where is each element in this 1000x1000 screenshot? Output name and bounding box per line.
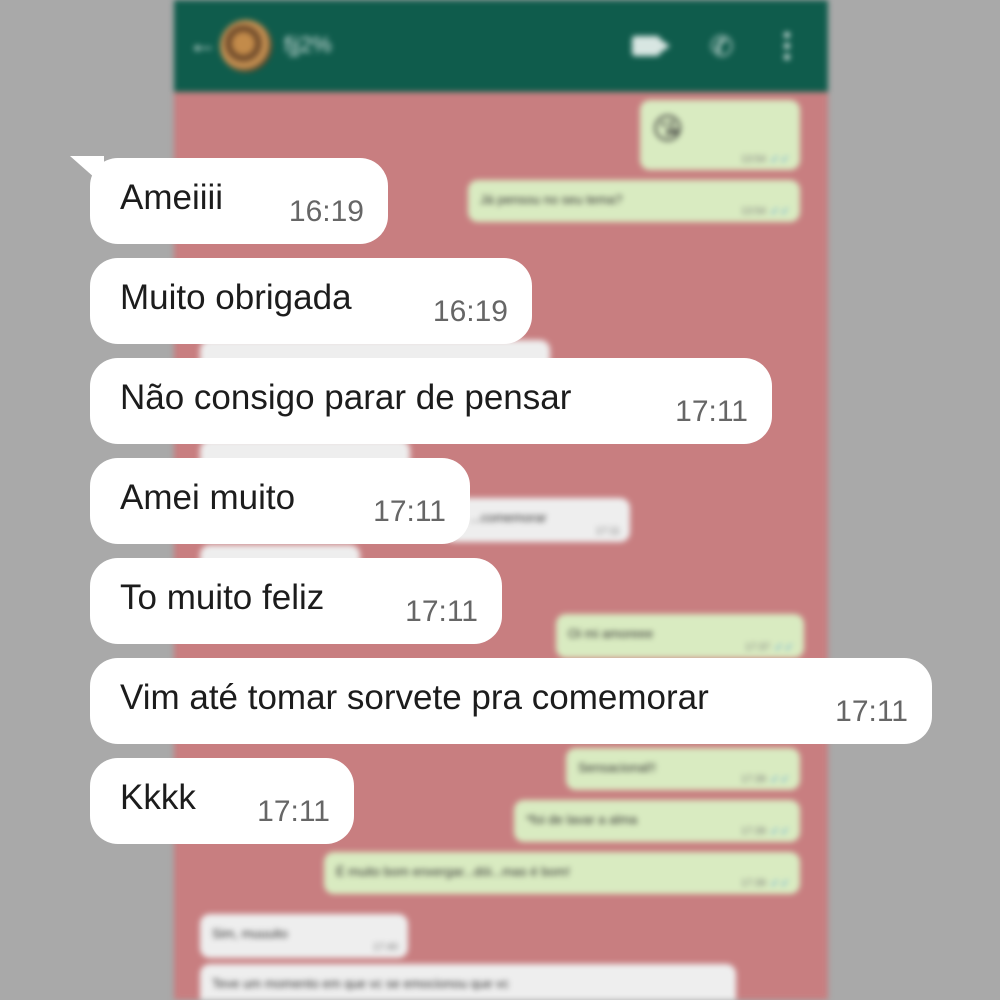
- back-arrow-icon[interactable]: ←: [188, 29, 218, 59]
- background-message: Oi mi amoreee 17:37 ✓✓: [556, 614, 804, 658]
- emoji-kiss: 😘: [652, 113, 684, 146]
- background-message: *foi de lavar a alma 17:39 ✓✓: [514, 800, 800, 842]
- background-message: Já pensou no seu tema? 13:54 ✓✓: [468, 180, 800, 222]
- background-message: Teve um momento em que vc se emocionou q…: [200, 964, 736, 1000]
- read-check-icon: ✓✓: [769, 152, 790, 166]
- read-check-icon: ✓✓: [773, 640, 794, 654]
- message-bubble[interactable]: Amei muito 17:11: [90, 458, 470, 544]
- message-text: Vim até tomar sorvete pra comemorar: [120, 678, 709, 717]
- message-time: 16:19: [288, 195, 364, 228]
- message-text: Muito obrigada: [120, 278, 352, 317]
- chat-header: ← fjj2% ✆: [174, 0, 828, 92]
- message-time: 17:11: [373, 495, 446, 528]
- read-check-icon: ✓✓: [769, 876, 790, 890]
- message-text: Ameiiii: [120, 178, 224, 217]
- message-time: 17:11: [835, 695, 908, 728]
- background-message: ...comemorar 17:11: [444, 498, 630, 542]
- message-bubble[interactable]: Vim até tomar sorvete pra comemorar 17:1…: [90, 658, 932, 744]
- avatar[interactable]: [220, 20, 272, 72]
- phone-icon[interactable]: ✆: [710, 32, 740, 62]
- read-check-icon: ✓✓: [769, 824, 790, 838]
- video-call-icon[interactable]: [632, 36, 670, 56]
- message-bubble[interactable]: Ameiiii 16:19: [90, 158, 388, 244]
- background-message: Sensacional!! 17:39 ✓✓: [566, 748, 800, 790]
- message-time: 17:11: [675, 395, 748, 428]
- background-message: É muito bom enxergar...dói...mas é bom! …: [324, 852, 800, 894]
- background-message: Sim, muuuito 17:40: [200, 914, 408, 958]
- message-text: To muito feliz: [120, 578, 325, 617]
- message-text: Kkkk: [120, 778, 196, 817]
- message-time: 17:11: [257, 795, 330, 828]
- message-bubble[interactable]: Não consigo parar de pensar 17:11: [90, 358, 772, 444]
- message-text: Amei muito: [120, 478, 296, 517]
- contact-name[interactable]: fjj2%: [284, 32, 332, 58]
- background-message: 😘 13:54 ✓✓: [640, 100, 800, 170]
- message-time: 17:11: [405, 595, 478, 628]
- message-bubble[interactable]: To muito feliz 17:11: [90, 558, 502, 644]
- more-options-icon[interactable]: [784, 32, 792, 62]
- message-text: Não consigo parar de pensar: [120, 378, 572, 417]
- message-bubble[interactable]: Muito obrigada 16:19: [90, 258, 532, 344]
- message-time: 16:19: [432, 295, 508, 328]
- read-check-icon: ✓✓: [769, 204, 790, 218]
- read-check-icon: ✓✓: [769, 772, 790, 786]
- message-bubble[interactable]: Kkkk 17:11: [90, 758, 354, 844]
